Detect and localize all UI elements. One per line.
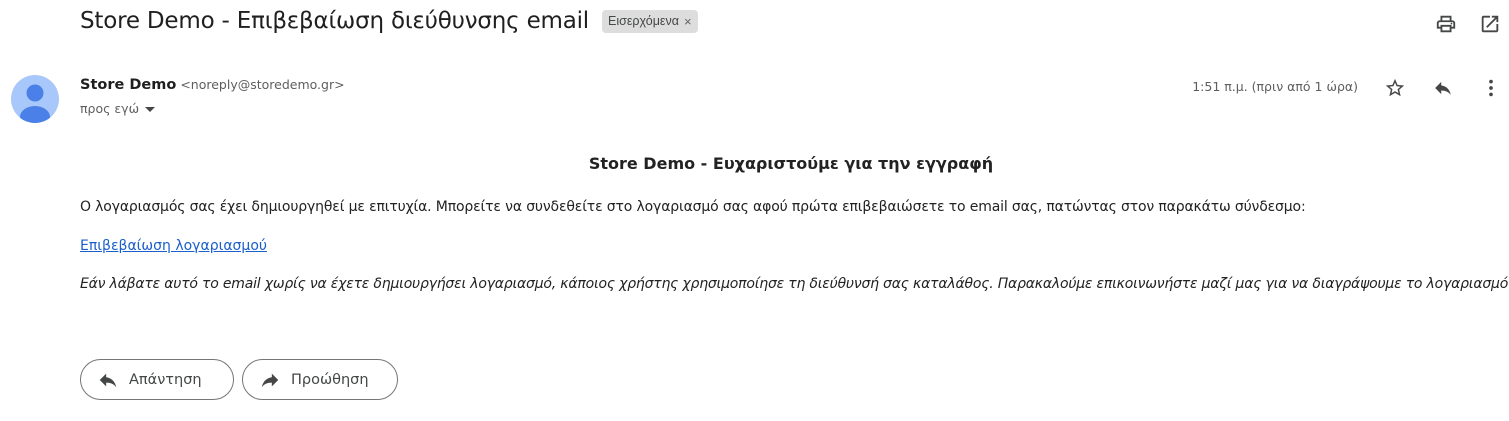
open-in-new-window-icon bbox=[1481, 15, 1499, 33]
reply-action-button[interactable]: Απάντηση bbox=[80, 359, 234, 400]
person-icon bbox=[20, 84, 50, 123]
star-button[interactable] bbox=[1383, 76, 1407, 100]
reply-action-label: Απάντηση bbox=[129, 371, 202, 388]
verify-account-link[interactable]: Επιβεβαίωση λογαριασμού bbox=[80, 238, 267, 254]
sender-avatar[interactable] bbox=[11, 75, 59, 123]
subject-row: Store Demo - Επιβεβαίωση διεύθυνσης emai… bbox=[80, 8, 698, 34]
print-icon bbox=[1436, 15, 1456, 33]
label-chip-text: Εισερχόμενα bbox=[608, 14, 679, 28]
open-in-new-window-button[interactable] bbox=[1478, 12, 1502, 36]
more-vert-icon bbox=[1489, 79, 1493, 97]
reply-icon bbox=[97, 369, 119, 391]
inbox-label-chip[interactable]: Εισερχόμενα × bbox=[602, 9, 698, 33]
forward-action-button[interactable]: Προώθηση bbox=[242, 359, 398, 400]
email-timestamp: 1:51 π.μ. (πριν από 1 ώρα) bbox=[1192, 79, 1358, 94]
recipient-text: προς εγώ bbox=[80, 101, 140, 116]
reply-icon bbox=[1435, 81, 1451, 95]
sender-name[interactable]: Store Demo bbox=[80, 77, 176, 93]
message-footer-note: Εάν λάβατε αυτό το email χωρίς να έχετε … bbox=[80, 276, 1509, 292]
email-subject: Store Demo - Επιβεβαίωση διεύθυνσης emai… bbox=[80, 8, 589, 34]
star-icon bbox=[1385, 78, 1405, 97]
message-body: Ο λογαριασμός σας έχει δημιουργηθεί με ε… bbox=[80, 199, 1306, 215]
more-options-button[interactable] bbox=[1479, 76, 1503, 100]
remove-label-icon[interactable]: × bbox=[684, 14, 692, 29]
recipient-details-toggle[interactable]: προς εγώ bbox=[80, 101, 156, 116]
sender-line: Store Demo <noreply@storedemo.gr> bbox=[80, 77, 345, 93]
reply-button[interactable] bbox=[1431, 76, 1455, 100]
message-title: Store Demo - Ευχαριστούμε για την εγγραφ… bbox=[588, 154, 994, 173]
forward-action-label: Προώθηση bbox=[291, 371, 369, 388]
sender-email: <noreply@storedemo.gr> bbox=[180, 77, 345, 92]
print-button[interactable] bbox=[1434, 12, 1458, 36]
forward-icon bbox=[259, 369, 281, 391]
chevron-down-icon bbox=[145, 107, 156, 112]
email-view: Store Demo - Επιβεβαίωση διεύθυνσης emai… bbox=[0, 0, 1509, 421]
